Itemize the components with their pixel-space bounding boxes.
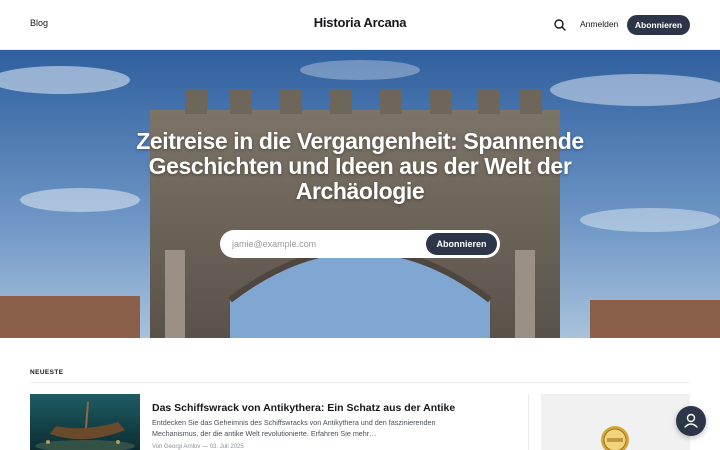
column-divider [528,394,529,450]
publication-logo [600,425,630,450]
shipwreck-image [30,394,140,450]
account-portal-button[interactable] [676,406,706,436]
post-thumbnail[interactable] [30,394,140,450]
seal-icon [601,426,629,450]
user-icon [684,413,698,428]
subscribe-button[interactable]: Abonnieren [627,15,690,35]
post-title[interactable]: Das Schiffswrack von Antikythera: Ein Sc… [152,402,455,414]
site-header: Blog Historia Arcana Anmelden Abonnieren [0,0,720,50]
hero-title: Zeitreise in die Vergangenheit: Spannend… [136,128,584,204]
search-icon [554,19,566,31]
section-divider [30,382,690,383]
subscribe-form: Abonnieren [220,230,500,258]
signin-link[interactable]: Anmelden [580,19,618,29]
hero-subscribe-button[interactable]: Abonnieren [426,233,497,255]
section-label-latest: NEUESTE [30,369,64,376]
hero-section: Zeitreise in die Vergangenheit: Spannend… [0,50,720,338]
search-button[interactable] [552,17,568,33]
post-excerpt: Entdecken Sie das Geheimnis des Schiffsw… [152,418,436,438]
email-input[interactable] [232,236,422,252]
post-meta: Von Georgi Arnlov — 03. Juli 2025 [152,444,244,450]
